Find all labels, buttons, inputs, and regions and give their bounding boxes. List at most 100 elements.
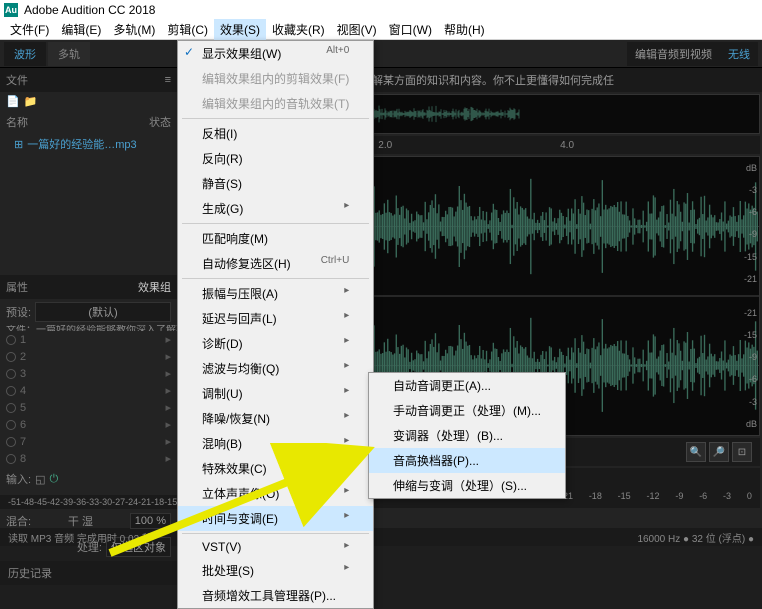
- new-file-icon[interactable]: 📄: [6, 95, 20, 108]
- power-toggle-icon[interactable]: [6, 369, 16, 379]
- menu-item-label: VST(V): [202, 540, 241, 554]
- menu-window[interactable]: 窗口(W): [383, 19, 438, 40]
- effect-slot[interactable]: 4▸: [0, 382, 177, 399]
- menu-item[interactable]: 降噪/恢复(N)▸: [178, 406, 373, 431]
- zoom-out-icon[interactable]: 🔎: [709, 442, 729, 462]
- menu-item[interactable]: 滤波与均衡(Q) ▸: [178, 356, 373, 381]
- panel-menu-icon[interactable]: ≡: [165, 74, 171, 86]
- menu-edit[interactable]: 编辑(E): [55, 19, 107, 40]
- db-mark: dB: [737, 163, 757, 173]
- power-toggle-icon[interactable]: [6, 437, 16, 447]
- submenu-item[interactable]: 自动音调更正(A)...: [369, 373, 565, 398]
- col-status[interactable]: 状态: [149, 114, 171, 130]
- level-mark: -6: [699, 491, 707, 501]
- db-mark: -15: [737, 330, 757, 340]
- menubar: 文件(F) 编辑(E) 多轨(M) 剪辑(C) 效果(S) 收藏夹(R) 视图(…: [0, 20, 762, 40]
- power-toggle-icon[interactable]: [6, 386, 16, 396]
- menu-item[interactable]: 混响(B)▸: [178, 431, 373, 456]
- file-name: 一篇好的经验能…mp3: [27, 136, 136, 152]
- submenu-item[interactable]: 变调器（处理）(B)...: [369, 423, 565, 448]
- menu-item[interactable]: 立体声声像(O)▸: [178, 481, 373, 506]
- tab-effects-rack[interactable]: 效果组: [138, 279, 171, 295]
- menu-item-label: 滤波与均衡(Q): [202, 360, 279, 377]
- tab-multitrack[interactable]: 多轨: [48, 42, 90, 66]
- power-toggle-icon[interactable]: [6, 352, 16, 362]
- menu-item[interactable]: 诊断(D) ▸: [178, 331, 373, 356]
- list-item[interactable]: ⊞ 一篇好的经验能…mp3: [0, 133, 177, 155]
- tab-properties[interactable]: 属性: [6, 279, 28, 295]
- power-toggle-icon[interactable]: [6, 454, 16, 464]
- menu-item-label: 诊断(D): [202, 335, 243, 352]
- chevron-right-icon: ▸: [165, 418, 171, 431]
- open-file-icon[interactable]: 📁: [24, 95, 38, 108]
- power-icon[interactable]: ⏻: [49, 473, 58, 486]
- menu-file[interactable]: 文件(F): [4, 19, 55, 40]
- menu-item[interactable]: 自动修复选区(H) Ctrl+U: [178, 251, 373, 276]
- zoom-in-icon[interactable]: 🔍: [686, 442, 706, 462]
- db-mark: dB: [737, 419, 757, 429]
- effects-dropdown: ✓显示效果组(W)Alt+0编辑效果组内的剪辑效果(F)编辑效果组内的音轨效果(…: [177, 40, 374, 609]
- workspace-wireless[interactable]: 无线: [720, 42, 758, 66]
- submenu-item[interactable]: 手动音调更正（处理）(M)...: [369, 398, 565, 423]
- menu-item[interactable]: 反相(I): [178, 121, 373, 146]
- effect-slot[interactable]: 2▸: [0, 348, 177, 365]
- menu-item[interactable]: 时间与变调(E)▸: [178, 506, 373, 531]
- check-icon: ✓: [184, 45, 194, 59]
- ruler-mark: -36: [73, 497, 86, 507]
- menu-item[interactable]: 振幅与压限(A)▸: [178, 281, 373, 306]
- menu-item[interactable]: 特殊效果(C)▸: [178, 456, 373, 481]
- menu-item[interactable]: VST(V)▸: [178, 536, 373, 558]
- submenu-item[interactable]: 伸缩与变调（处理）(S)...: [369, 473, 565, 498]
- menu-item[interactable]: 延迟与回声(L)▸: [178, 306, 373, 331]
- menu-item-label: 音频增效工具管理器(P)...: [202, 587, 336, 604]
- menu-item-label: 自动修复选区(H): [202, 255, 291, 272]
- menu-item[interactable]: 匹配响度(M): [178, 226, 373, 251]
- menu-item[interactable]: 生成(G)▸: [178, 196, 373, 221]
- chevron-right-icon: ▸: [344, 435, 349, 452]
- preset-row: 预设: (默认): [0, 299, 177, 325]
- menu-multitrack[interactable]: 多轨(M): [107, 19, 161, 40]
- zoom-full-icon[interactable]: ⊡: [732, 442, 752, 462]
- menu-shortcut: Ctrl+U: [321, 255, 350, 272]
- power-toggle-icon[interactable]: [6, 420, 16, 430]
- menu-item-label: 音高换档器(P)...: [393, 452, 479, 469]
- menu-item-label: 立体声声像(O): [202, 485, 279, 502]
- submenu-item[interactable]: 音高换档器(P)...: [369, 448, 565, 473]
- menu-view[interactable]: 视图(V): [331, 19, 383, 40]
- col-name[interactable]: 名称: [6, 114, 28, 130]
- ruler-mark: -48: [21, 497, 34, 507]
- chevron-right-icon: ▸: [344, 335, 349, 352]
- effect-slot[interactable]: 5▸: [0, 399, 177, 416]
- effects-panel-header: 属性 效果组: [0, 275, 177, 299]
- preset-select[interactable]: (默认): [35, 302, 171, 322]
- dry-wet-label: 干 湿: [35, 513, 126, 529]
- menu-item: 编辑效果组内的剪辑效果(F): [178, 66, 373, 91]
- menu-effects[interactable]: 效果(S): [214, 19, 266, 40]
- menu-help[interactable]: 帮助(H): [438, 19, 491, 40]
- mix-percent[interactable]: 100 %: [130, 513, 171, 529]
- menu-item[interactable]: 批处理(S)▸: [178, 558, 373, 583]
- power-toggle-icon[interactable]: [6, 335, 16, 345]
- tab-waveform[interactable]: 波形: [4, 42, 46, 66]
- power-toggle-icon[interactable]: [6, 403, 16, 413]
- menu-item[interactable]: 音频增效工具管理器(P)...: [178, 583, 373, 608]
- menu-item[interactable]: 静音(S): [178, 171, 373, 196]
- effect-slot[interactable]: 8▸: [0, 450, 177, 467]
- menu-favorites[interactable]: 收藏夹(R): [266, 19, 331, 40]
- menu-clip[interactable]: 剪辑(C): [161, 19, 214, 40]
- menu-item[interactable]: ✓显示效果组(W)Alt+0: [178, 41, 373, 66]
- chevron-right-icon: ▸: [344, 360, 349, 377]
- chevron-right-icon: ▸: [344, 562, 349, 579]
- slot-number: 2: [20, 351, 26, 363]
- workspace-video[interactable]: 编辑音频到视频: [627, 42, 720, 66]
- effect-slot[interactable]: 1▸: [0, 331, 177, 348]
- effect-slot[interactable]: 3▸: [0, 365, 177, 382]
- menu-item-label: 降噪/恢复(N): [202, 410, 270, 427]
- level-mark: -3: [723, 491, 731, 501]
- menu-item[interactable]: 调制(U)▸: [178, 381, 373, 406]
- menu-item[interactable]: 反向(R): [178, 146, 373, 171]
- chevron-right-icon: ▸: [165, 350, 171, 363]
- effect-slot[interactable]: 7▸: [0, 433, 177, 450]
- effect-slot[interactable]: 6▸: [0, 416, 177, 433]
- input-meter-icon[interactable]: ◱: [35, 473, 45, 486]
